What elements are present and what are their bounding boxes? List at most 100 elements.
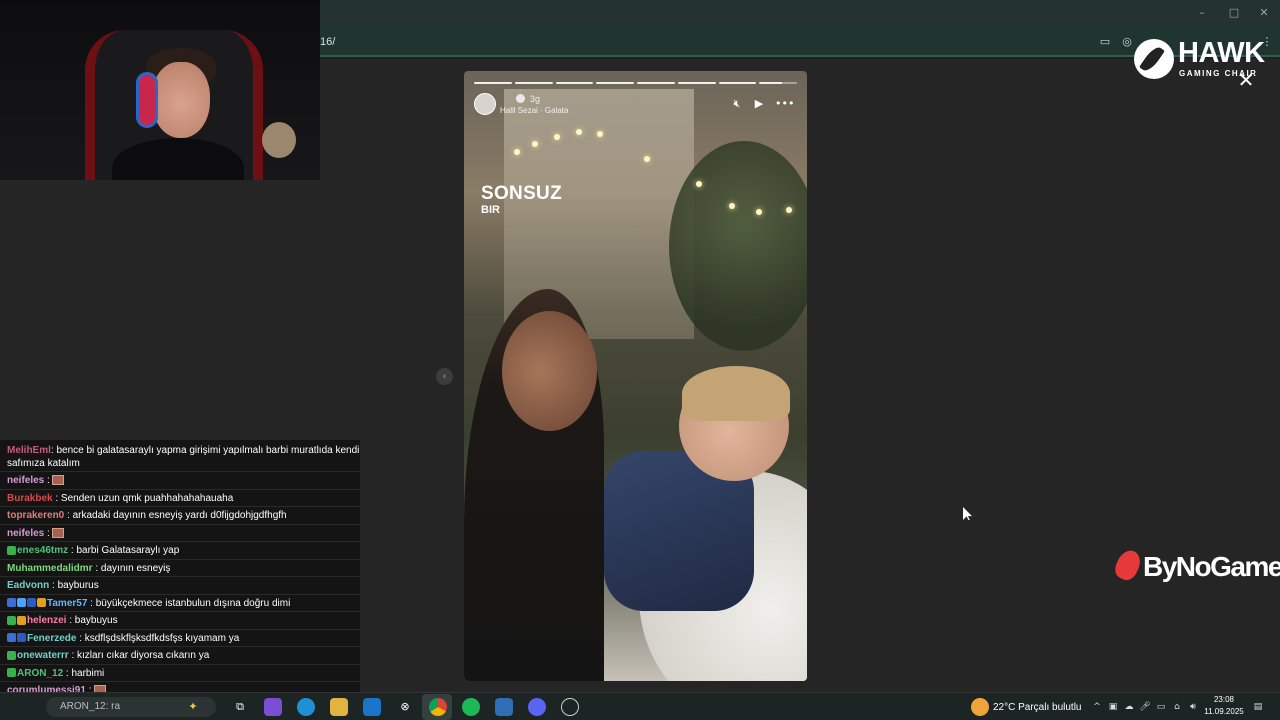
headset-icon — [136, 72, 158, 128]
story-progress-segment — [555, 82, 594, 84]
clock-time[interactable]: 23:08 — [1207, 695, 1241, 704]
tray-app-icon[interactable]: ▣ — [1107, 701, 1119, 713]
story-title: SONSUZ — [481, 183, 562, 204]
cast-icon[interactable]: ▭ — [1098, 35, 1112, 49]
chat-text: : bence bi galatasaraylı yapma girişimi … — [50, 445, 360, 456]
chat-badge-icon — [7, 650, 16, 660]
chat-badge-icon — [27, 598, 36, 608]
eye-off-icon[interactable]: ◎ — [1120, 35, 1134, 49]
story-subtitle: BIR — [481, 204, 500, 216]
chat-text: : barbi Galatasaraylı yap — [68, 545, 180, 556]
steam-icon[interactable] — [495, 698, 513, 716]
chat-badge-icon — [7, 545, 16, 555]
hawk-logo-text: HAWK — [1178, 37, 1265, 69]
clock-date[interactable]: 11.09.2025 — [1203, 707, 1245, 716]
chat-username[interactable]: Eadvonn — [7, 580, 49, 591]
story-music[interactable]: Halil Sezai · Galata — [500, 106, 568, 115]
chat-badge-icon — [7, 668, 16, 678]
chat-message: enes46tmz : barbi Galatasaraylı yap — [0, 542, 360, 560]
more-options-icon[interactable]: ••• — [775, 97, 794, 111]
chat-message: Fenerzede : ksdflşdskflşksdfkdsfşs kıyam… — [0, 630, 360, 647]
chat-text: : ksdflşdskflşksdfkdsfşs kıyamam ya — [76, 632, 240, 644]
volume-icon[interactable]: 🔊︎ — [1187, 701, 1199, 713]
chat-username[interactable]: Burakbek — [7, 493, 53, 504]
story-progress-segment — [677, 82, 716, 84]
chat-message: ARON_12 : harbimi — [0, 665, 360, 682]
chat-badge-icon — [7, 633, 16, 643]
edge-icon[interactable] — [297, 698, 315, 716]
chat-username[interactable]: Muhammedalidmr — [7, 563, 93, 574]
story-progress-segment — [514, 82, 553, 84]
chat-username[interactable]: onewaterrr — [17, 650, 69, 661]
outlook-icon[interactable] — [363, 698, 381, 716]
chat-username[interactable]: Tamer57 — [47, 598, 87, 609]
copilot-sparkle-icon[interactable]: ✦ — [184, 698, 202, 716]
chat-badge-icon — [17, 615, 26, 625]
chat-message: neifeles : — [0, 472, 360, 490]
story-progress — [474, 82, 797, 84]
chat-text: : kızları cıkar diyorsa cıkarın ya — [68, 650, 210, 661]
chat-username[interactable]: neifeles — [7, 475, 44, 486]
chat-text: : — [44, 475, 50, 486]
chat-username[interactable]: neifeles — [7, 528, 44, 539]
chat-message: MelihEml: bence bi galatasaraylı yapma g… — [0, 442, 360, 472]
chat-badge-icon — [17, 633, 26, 643]
chat-username[interactable]: ARON_12 — [17, 668, 63, 679]
chat-text-continued: safımıza katalım — [7, 458, 80, 469]
story-progress-segment — [474, 82, 512, 84]
story-avatar[interactable] — [474, 93, 496, 115]
story-viewer[interactable]: 3g Halil Sezai · Galata 🔇︎ ▶ ••• SONSUZ … — [464, 71, 807, 681]
chat-message: Burakbek : Senden uzun qmk puahhahahahau… — [0, 490, 360, 507]
discord-icon[interactable] — [528, 698, 546, 716]
verified-icon — [516, 94, 525, 103]
microphone-icon[interactable]: 🎤︎ — [1139, 701, 1151, 713]
xbox-icon[interactable]: ⊗ — [396, 698, 414, 716]
weather-text[interactable]: 22°C Parçalı bulutlu — [993, 702, 1082, 713]
maximize-icon[interactable]: □ — [1227, 6, 1241, 20]
chat-username[interactable]: Fenerzede — [27, 633, 76, 644]
chat-username[interactable]: toprakeren0 — [7, 510, 64, 521]
story-progress-segment — [718, 82, 757, 84]
chat-text: : bayburus — [49, 580, 99, 591]
chat-badge-icon — [17, 598, 26, 608]
chrome-icon[interactable] — [429, 698, 447, 716]
chat-message: toprakeren0 : arkadaki dayının esneyiş y… — [0, 507, 360, 525]
notifications-icon[interactable]: ▤ — [1252, 701, 1264, 713]
url-text[interactable]: 16/ — [320, 36, 335, 48]
chat-text: : büyükçekmece istanbulun dışına doğru d… — [87, 597, 291, 609]
tray-cloud-icon[interactable]: ☁ — [1123, 701, 1135, 713]
chat-username[interactable]: MelihEml — [7, 445, 51, 456]
chat-overlay: MelihEml: bence bi galatasaraylı yapma g… — [0, 440, 360, 696]
chat-message: Tamer57 : büyükçekmece istanbulun dışına… — [0, 595, 360, 612]
chat-username[interactable]: enes46tmz — [17, 545, 68, 556]
display-icon[interactable]: ▭ — [1155, 701, 1167, 713]
chat-badge-icon — [7, 615, 16, 625]
window-close-icon[interactable]: ✕ — [1257, 6, 1271, 20]
task-view-icon[interactable]: ⧉ — [231, 698, 249, 716]
chat-emote-icon — [51, 475, 64, 486]
plush-toy — [262, 122, 296, 158]
network-icon[interactable]: ⌂ — [1171, 701, 1183, 713]
hawk-logo-subtitle: GAMING CHAIR — [1179, 69, 1258, 78]
minimize-icon[interactable]: – — [1195, 6, 1209, 20]
chat-message: Eadvonn : bayburus — [0, 577, 360, 595]
tray-chevron-icon[interactable]: ^ — [1091, 701, 1103, 713]
play-icon[interactable]: ▶ — [752, 97, 766, 111]
chat-text: : dayının esneyiş — [92, 562, 171, 574]
story-man-face — [502, 311, 597, 431]
copilot-icon[interactable] — [264, 698, 282, 716]
chat-message: helenzei : baybuyus — [0, 612, 360, 630]
chat-message: onewaterrr : kızları cıkar diyorsa cıkar… — [0, 647, 360, 665]
spotify-icon[interactable] — [462, 698, 480, 716]
chat-username[interactable]: helenzei — [27, 615, 66, 626]
chat-emote-icon — [51, 527, 64, 538]
mute-icon[interactable]: 🔇︎ — [730, 97, 744, 111]
obs-icon[interactable] — [561, 698, 579, 716]
file-explorer-icon[interactable] — [330, 698, 348, 716]
previous-story-button[interactable]: ‹ — [436, 368, 453, 385]
story-progress-segment — [596, 82, 634, 84]
chat-text: : — [44, 527, 50, 539]
chat-badge-icon — [37, 598, 46, 608]
chat-message: Muhammedalidmr : dayının esneyiş — [0, 560, 360, 577]
weather-icon[interactable] — [971, 698, 989, 716]
